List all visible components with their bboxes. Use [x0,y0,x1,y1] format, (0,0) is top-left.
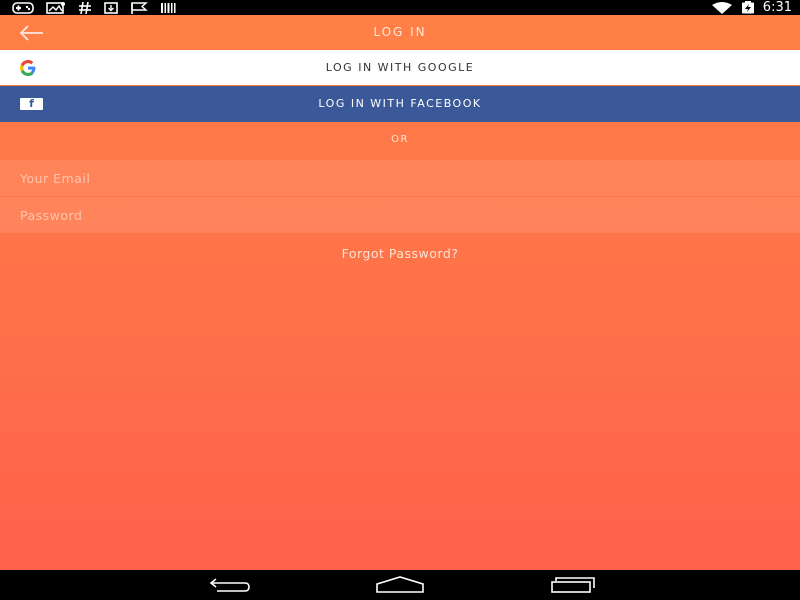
password-field[interactable] [0,197,800,233]
download-icon [104,1,118,14]
app-bar: LOG IN [0,15,800,50]
nav-recents-button[interactable] [548,576,596,594]
system-icons: 6:31 [711,0,792,15]
facebook-login-button[interactable]: f LOG IN WITH FACEBOOK [0,86,800,122]
google-login-button[interactable]: LOG IN WITH GOOGLE [0,50,800,85]
status-bar: 6:31 [0,0,800,15]
clock-time: 6:31 [762,0,792,15]
nav-home-button[interactable] [376,576,424,594]
login-screen: 6:31 LOG IN LOG IN WITH GOOGLE f LOG IN … [0,0,800,600]
facebook-login-label: LOG IN WITH FACEBOOK [318,97,482,110]
page-title: LOG IN [373,25,427,39]
email-field[interactable] [0,160,800,196]
home-nav-icon [376,576,424,593]
navigation-bar [0,570,800,600]
forgot-password-link[interactable]: Forgot Password? [0,244,800,264]
nav-back-button[interactable] [205,576,253,594]
flag-icon [131,1,148,14]
barcode-icon [161,2,176,13]
wifi-icon [711,1,732,14]
or-divider: OR [391,134,409,145]
hashtag-icon [79,1,91,14]
back-nav-icon [209,578,250,592]
google-login-label: LOG IN WITH GOOGLE [325,61,475,74]
image-icon [46,1,65,14]
recents-nav-icon [551,577,595,593]
gamepad-icon [12,1,34,14]
arrow-left-icon [19,25,43,41]
back-button[interactable] [18,23,46,43]
notification-icons [12,1,176,14]
battery-charging-icon [741,1,754,14]
